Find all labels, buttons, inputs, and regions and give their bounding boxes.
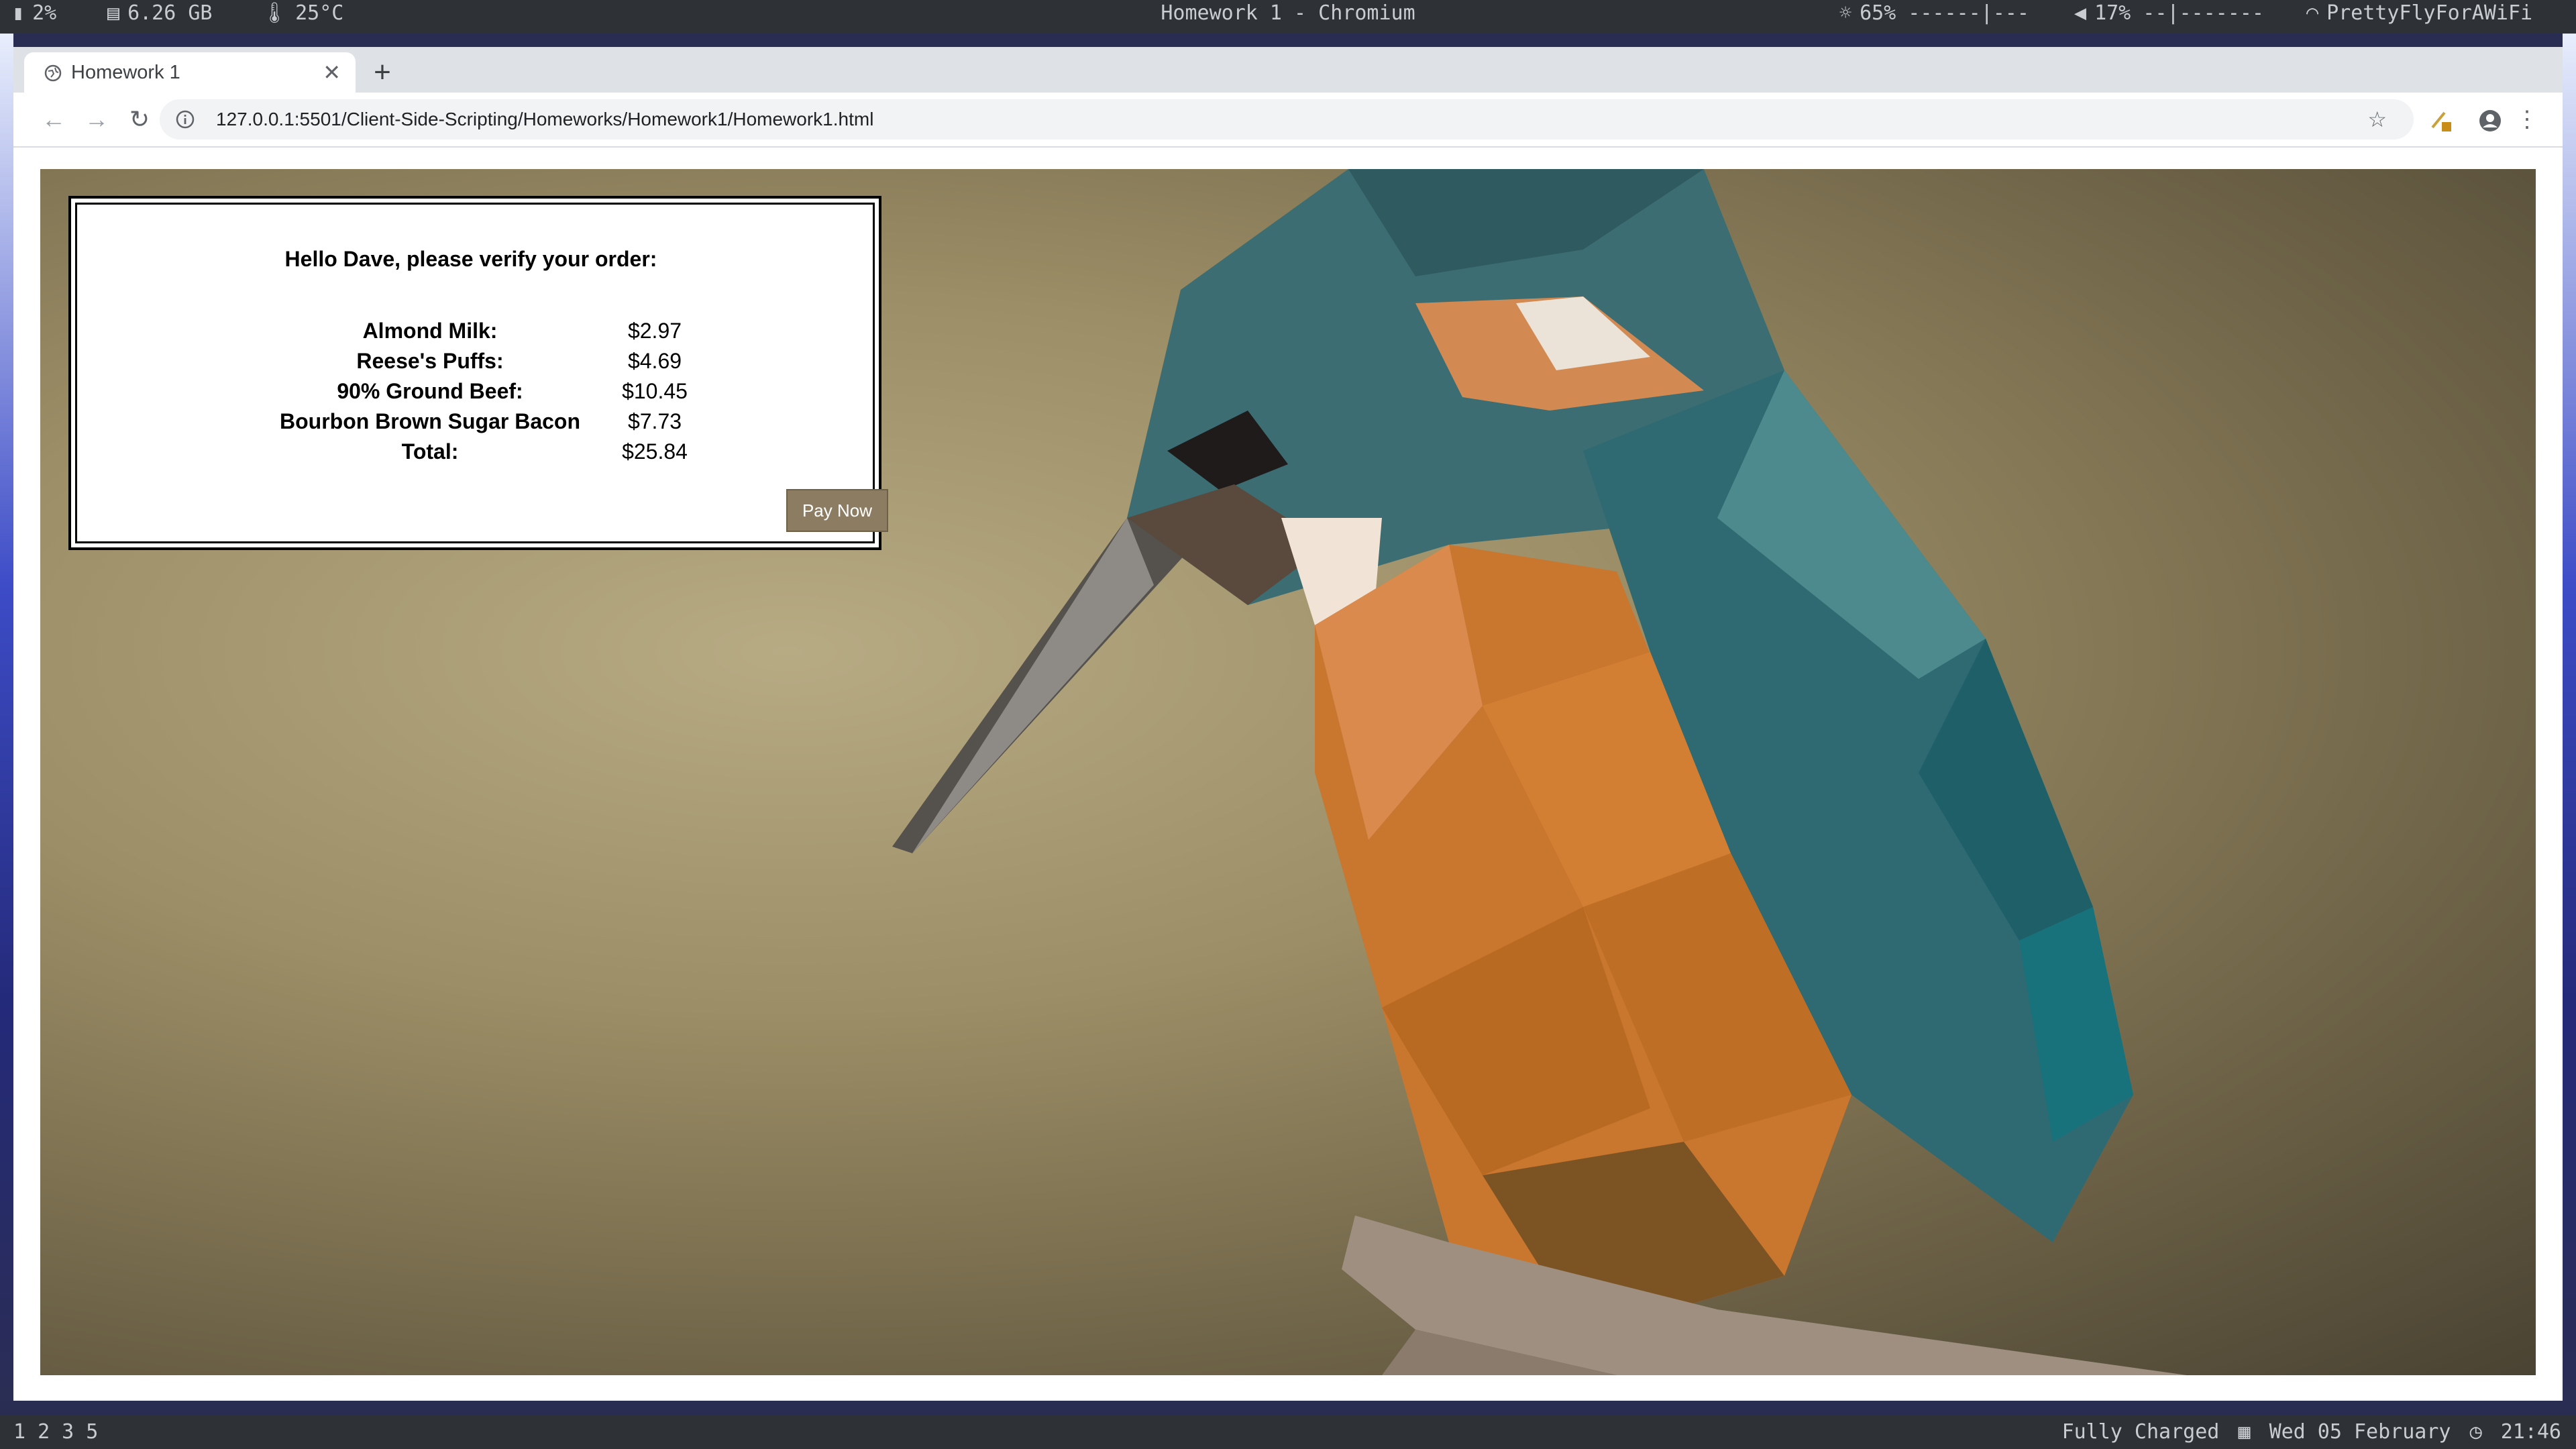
workspace-2[interactable]: 2	[38, 1420, 50, 1444]
order-item-price: $25.84	[622, 439, 688, 464]
bookmark-star-icon[interactable]: ☆	[2367, 99, 2387, 140]
brightness-indicator: ☼ 65% ------|---	[1839, 0, 2029, 34]
order-item-name: 90% Ground Beef:	[337, 379, 523, 403]
tab-strip: Homework 1 ✕ +	[13, 47, 2563, 93]
workspace-1[interactable]: 1	[13, 1420, 25, 1444]
workspace-5[interactable]: 5	[86, 1420, 98, 1444]
address-bar[interactable]: 127.0.0.1:5501/Client-Side-Scripting/Hom…	[160, 99, 2414, 140]
info-icon[interactable]	[174, 109, 196, 130]
system-top-bar: ▮ 2% ▤ 6.26 GB 🌡 25°C Homework 1 - Chromium…	[0, 0, 2576, 34]
order-item-price: $7.73	[627, 409, 682, 433]
order-table: Almond Milk: $2.97 Reese's Puffs: $4.69 90% …	[272, 316, 722, 467]
kingfisher-background-image: Hello Dave, please verify your order: Al…	[40, 169, 2536, 1375]
brightness-value: 65% ------|---	[1860, 1, 2029, 25]
workspace-switcher: 1235	[13, 1415, 110, 1449]
system-bottom-bar: 1235 Fully Charged ▦ Wed 05 February ◷ 2…	[0, 1415, 2576, 1449]
status-right: Fully Charged ▦ Wed 05 February ◷ 21:46	[2055, 1415, 2561, 1449]
order-item-name: Bourbon Brown Sugar Bacon	[280, 409, 580, 433]
tab-homework-1[interactable]: Homework 1 ✕	[24, 52, 356, 93]
globe-icon	[44, 64, 62, 82]
wifi-icon: ◠	[2306, 1, 2319, 25]
order-row: Total: $25.84	[272, 437, 722, 467]
order-item-name: Total:	[401, 439, 459, 464]
order-row: 90% Ground Beef: $10.45	[272, 376, 722, 407]
reload-icon[interactable]: ↻	[119, 93, 160, 146]
back-arrow-icon[interactable]: ←	[34, 93, 74, 146]
order-item-price: $2.97	[627, 319, 682, 343]
calendar-icon: ▦	[2238, 1420, 2251, 1444]
wifi-name: PrettyFlyForAWiFi	[2326, 1, 2533, 25]
new-tab-button[interactable]: +	[362, 52, 402, 93]
order-item-price: $10.45	[622, 379, 688, 403]
workspace-3[interactable]: 3	[62, 1420, 74, 1444]
page-viewport: Hello Dave, please verify your order: Al…	[13, 148, 2563, 1401]
order-item-name: Reese's Puffs:	[356, 349, 504, 373]
desktop-background-left	[0, 34, 13, 1415]
order-row: Reese's Puffs: $4.69	[272, 346, 722, 376]
menu-kebab-icon[interactable]: ⋮	[2516, 93, 2538, 146]
close-tab-icon[interactable]: ✕	[323, 52, 341, 93]
browser-toolbar: ← → ↻ 127.0.0.1:5501/Client-Side-Scripti…	[13, 93, 2563, 148]
order-greeting: Hello Dave, please verify your order:	[284, 247, 657, 271]
speaker-icon: ◀	[2074, 1, 2087, 25]
order-verification-card: Hello Dave, please verify your order: Al…	[68, 196, 888, 550]
clock-icon: ◷	[2469, 1420, 2482, 1444]
browser-window: Homework 1 ✕ + ← → ↻ 127.0.0.1:5501/Clie…	[13, 47, 2563, 1401]
extension-icon[interactable]	[2428, 93, 2455, 146]
forward-arrow-icon[interactable]: →	[76, 93, 117, 146]
battery-status: Fully Charged	[2061, 1420, 2220, 1444]
pay-now-button[interactable]: Pay Now	[786, 489, 888, 532]
time-text: 21:46	[2500, 1420, 2561, 1444]
volume-indicator: ◀ 17% --|-------	[2074, 0, 2264, 34]
profile-icon[interactable]	[2477, 93, 2504, 146]
desktop-background-right	[2563, 34, 2576, 1415]
tab-title: Homework 1	[71, 62, 180, 83]
order-row: Bourbon Brown Sugar Bacon $7.73	[272, 407, 722, 437]
order-item-price: $4.69	[627, 349, 682, 373]
date-text: Wed 05 February	[2269, 1420, 2451, 1444]
wifi-indicator: ◠ PrettyFlyForAWiFi	[2306, 0, 2532, 34]
url-text[interactable]: 127.0.0.1:5501/Client-Side-Scripting/Hom…	[216, 99, 873, 140]
order-row: Almond Milk: $2.97	[272, 316, 722, 346]
volume-value: 17% --|-------	[2094, 1, 2264, 25]
brightness-icon: ☼	[1839, 1, 1852, 25]
order-item-name: Almond Milk:	[362, 319, 498, 343]
